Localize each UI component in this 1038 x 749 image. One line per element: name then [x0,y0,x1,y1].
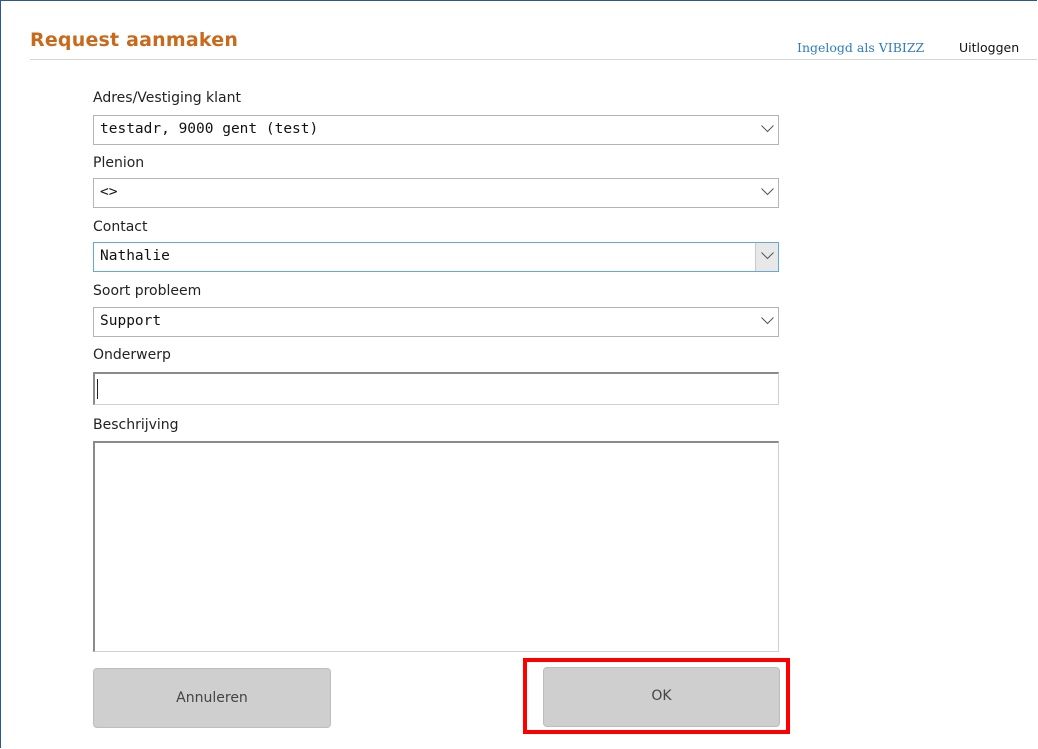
description-label: Beschrijving [93,417,179,433]
problem-type-label: Soort probleem [93,283,202,299]
contact-select-value: Nathalie [100,248,170,264]
subject-label: Onderwerp [93,347,171,363]
address-select-value: testadr, 9000 gent (test) [100,121,319,137]
subject-input[interactable] [93,372,779,405]
text-caret [97,379,98,399]
contact-select[interactable]: Nathalie [93,242,779,272]
login-status[interactable]: Ingelogd als VIBIZZ [797,40,924,55]
plenion-select-value: <> [100,184,118,200]
request-window: Request aanmaken Ingelogd als VIBIZZ Uit… [0,0,1037,748]
page-header: Request aanmaken Ingelogd als VIBIZZ Uit… [1,1,1037,60]
address-label: Adres/Vestiging klant [93,90,241,106]
cancel-button[interactable]: Annuleren [93,668,331,728]
chevron-down-icon[interactable] [756,116,778,144]
description-textarea[interactable] [93,441,779,652]
chevron-down-icon[interactable] [756,308,778,336]
chevron-down-icon[interactable] [755,243,778,271]
header-divider [30,59,1037,60]
plenion-select[interactable]: <> [93,178,779,208]
contact-label: Contact [93,219,148,235]
chevron-down-icon[interactable] [756,179,778,207]
address-select[interactable]: testadr, 9000 gent (test) [93,115,779,145]
problem-type-select-value: Support [100,313,162,329]
page-title: Request aanmaken [30,29,239,51]
logout-link[interactable]: Uitloggen [959,40,1019,55]
ok-button-highlight [523,658,790,734]
problem-type-select[interactable]: Support [93,307,779,337]
plenion-label: Plenion [93,155,145,171]
